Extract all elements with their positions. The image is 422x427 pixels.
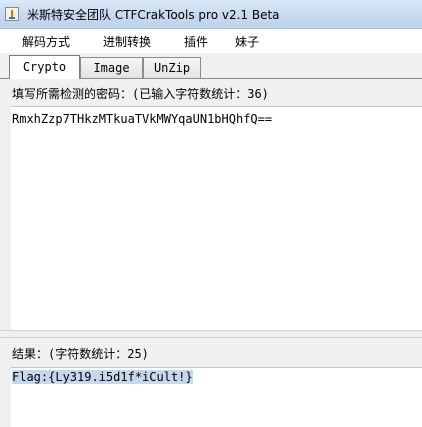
tab-unzip[interactable]: UnZip	[143, 57, 201, 78]
ciphertext-value: RmxhZzp7THkzMTkuaTVkMWYqaUN1bHQhfQ==	[12, 112, 273, 126]
tab-image[interactable]: Image	[80, 57, 143, 78]
left-border	[0, 79, 11, 427]
ciphertext-input[interactable]: RmxhZzp7THkzMTkuaTVkMWYqaUN1bHQhfQ==	[11, 106, 422, 330]
input-label-row: 填写所需检测的密码：(已输入字符数统计：36)	[0, 79, 422, 106]
tab-crypto[interactable]: Crypto	[9, 55, 80, 79]
result-output[interactable]: Flag:{Ly319.i5d1f*iCult!}	[11, 367, 422, 427]
input-label: 填写所需检测的密码：(已输入字符数统计：36)	[12, 87, 269, 101]
menu-meizi[interactable]: 妹子	[235, 33, 259, 50]
menu-plugins[interactable]: 插件	[184, 33, 208, 50]
title-bar[interactable]: 米斯特安全团队 CTFCrakTools pro v2.1 Beta	[0, 0, 422, 29]
java-cup-icon[interactable]	[5, 7, 19, 21]
menu-decode-method[interactable]: 解码方式	[22, 33, 70, 50]
output-label: 结果：(字符数统计：25)	[12, 347, 149, 361]
menu-bar: 解码方式 进制转换 插件 妹子	[0, 29, 422, 53]
window-title: 米斯特安全团队 CTFCrakTools pro v2.1 Beta	[27, 8, 280, 22]
result-value: Flag:{Ly319.i5d1f*iCult!}	[12, 370, 193, 384]
output-label-row: 结果：(字符数统计：25)	[0, 338, 422, 367]
menu-base-conversion[interactable]: 进制转换	[103, 33, 151, 50]
tab-bar: Crypto Image UnZip	[0, 53, 422, 79]
split-pane-divider[interactable]	[0, 330, 422, 338]
